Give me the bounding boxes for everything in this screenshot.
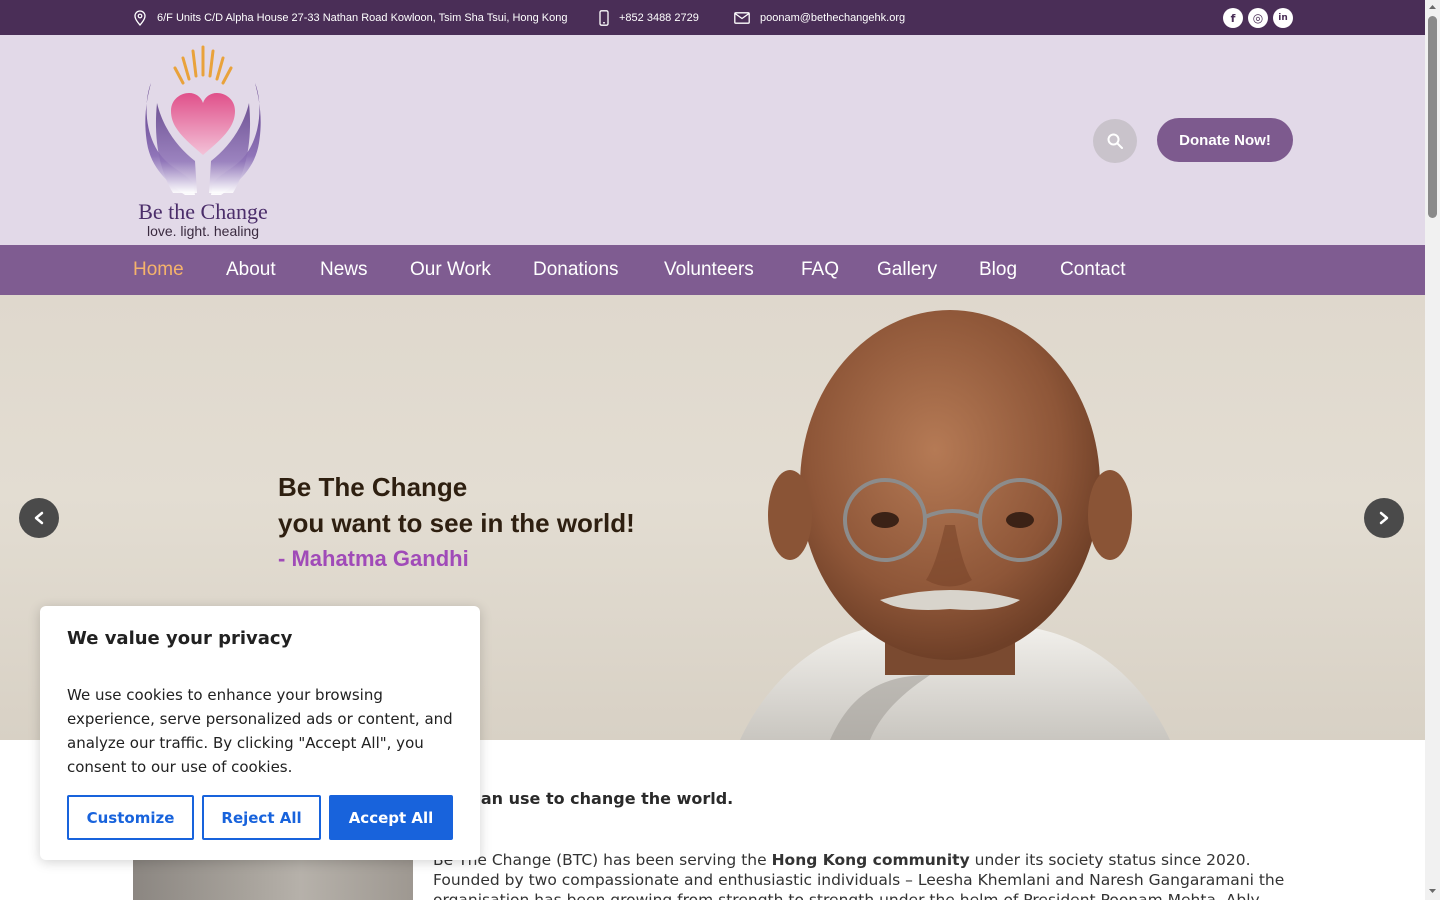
donate-button[interactable]: Donate Now!: [1157, 118, 1293, 162]
scrollbar-thumb[interactable]: [1428, 16, 1437, 218]
nav-item-contact[interactable]: Contact: [1060, 245, 1125, 295]
nav-item-blog[interactable]: Blog: [979, 245, 1017, 295]
linkedin-icon[interactable]: in: [1273, 8, 1293, 28]
hero-quote-line-2: you want to see in the world!: [278, 508, 635, 538]
logo-name: Be the Change: [138, 199, 268, 224]
intro-paragraph: Be The Change (BTC) has been serving the…: [433, 850, 1293, 900]
hands-heart-logo-icon: [145, 45, 261, 195]
chevron-right-icon: [1379, 511, 1389, 525]
phone-item[interactable]: +852 3488 2729: [599, 0, 699, 35]
address-item: 6/F Units C/D Alpha House 27-33 Nathan R…: [133, 0, 568, 35]
site-header: Be the Change love. light. healing Donat…: [0, 35, 1425, 245]
nav-item-our-work[interactable]: Our Work: [410, 245, 491, 295]
scroll-down-arrow-icon[interactable]: [1428, 887, 1437, 895]
nav-item-news[interactable]: News: [320, 245, 368, 295]
email-item[interactable]: poonam@bethechangehk.org: [734, 0, 905, 35]
page-scrollbar[interactable]: [1425, 0, 1440, 900]
email-text[interactable]: poonam@bethechangehk.org: [760, 12, 905, 24]
envelope-icon: [734, 11, 750, 24]
hero-quote-line-1: Be The Change: [278, 472, 468, 502]
address-text: 6/F Units C/D Alpha House 27-33 Nathan R…: [157, 11, 568, 24]
slider-prev-button[interactable]: [19, 498, 59, 538]
facebook-icon[interactable]: f: [1223, 8, 1243, 28]
search-button[interactable]: [1093, 119, 1137, 163]
slider-next-button[interactable]: [1364, 498, 1404, 538]
gandhi-portrait-image: [740, 310, 1170, 740]
intro-text-start: Be The Change (BTC) has been serving the: [433, 851, 772, 869]
cookie-accept-all-button[interactable]: Accept All: [329, 795, 453, 840]
search-icon: [1107, 133, 1123, 149]
cookie-title: We value your privacy: [67, 628, 293, 649]
nav-item-volunteers[interactable]: Volunteers: [664, 245, 754, 295]
logo-tagline: love. light. healing: [146, 223, 260, 239]
location-pin-icon: [134, 9, 146, 26]
main-navigation: Home About News Our Work Donations Volun…: [0, 245, 1425, 295]
cookie-consent-banner: We value your privacy We use cookies to …: [40, 606, 480, 860]
cookie-description: We use cookies to enhance your browsing …: [67, 686, 453, 776]
cookie-customize-button[interactable]: Customize: [67, 795, 194, 840]
top-contact-bar: 6/F Units C/D Alpha House 27-33 Nathan R…: [0, 0, 1425, 35]
intro-text-bold: Hong Kong community: [771, 851, 970, 869]
nav-item-donations[interactable]: Donations: [533, 245, 619, 295]
scroll-up-arrow-icon[interactable]: [1428, 3, 1437, 11]
nav-item-about[interactable]: About: [226, 245, 276, 295]
nav-item-home[interactable]: Home: [133, 245, 184, 295]
founders-photo: [133, 860, 413, 900]
mobile-phone-icon: [599, 9, 609, 26]
cookie-reject-all-button[interactable]: Reject All: [202, 795, 321, 840]
chevron-left-icon: [34, 511, 44, 525]
instagram-icon[interactable]: ◎: [1248, 8, 1268, 28]
nav-item-faq[interactable]: FAQ: [801, 245, 839, 295]
nav-item-gallery[interactable]: Gallery: [877, 245, 937, 295]
hero-quote-author: - Mahatma Gandhi: [278, 546, 469, 571]
site-logo[interactable]: Be the Change love. light. healing: [133, 43, 273, 243]
phone-text[interactable]: +852 3488 2729: [619, 12, 699, 24]
